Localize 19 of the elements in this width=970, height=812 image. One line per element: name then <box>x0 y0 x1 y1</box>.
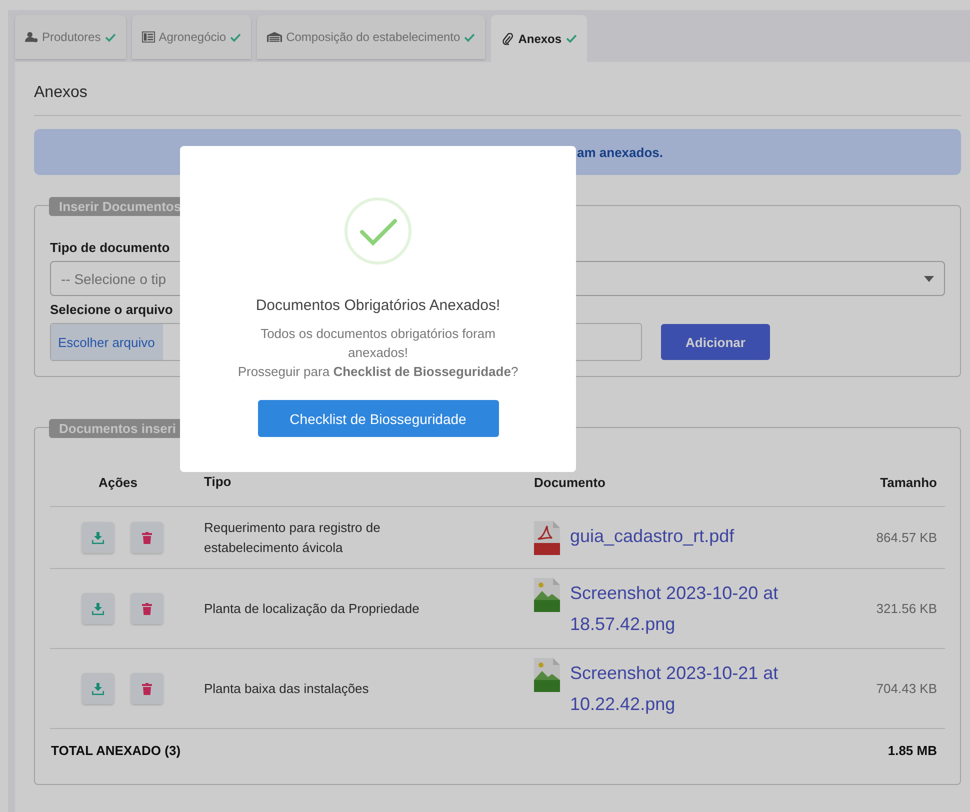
column-header: Tipo <box>204 474 232 489</box>
alert-text: am anexados. <box>577 144 663 160</box>
dialog-title: Documentos Obrigatórios Anexados! <box>256 297 500 314</box>
total-size: 1.85 MB <box>888 743 937 758</box>
file-size: 864.57 KB <box>876 530 937 545</box>
table-cell: Planta de localização da Propriedade <box>204 600 420 616</box>
table-cell: Requerimento para registro de estabelecimento ávicola <box>204 520 380 554</box>
column-header: Documento <box>534 474 606 490</box>
dialog-message: Todos os documentos obrigatórios foram anexados! <box>260 325 496 362</box>
field-label: Selecione o arquivo <box>50 302 173 317</box>
column-header: Tamanho <box>880 474 937 490</box>
total-label: TOTAL ANEXADO (3) <box>51 743 181 758</box>
table-cell: Planta baixa das instalações <box>204 680 369 696</box>
file-size: 321.56 KB <box>876 601 937 616</box>
section-heading: Anexos <box>34 83 88 102</box>
column-header: Ações <box>98 474 138 490</box>
file-size: 704.43 KB <box>876 681 937 696</box>
dialog-message: Prosseguir para Checklist de Biosseguridade? <box>236 363 520 381</box>
field-label: Tipo de documento <box>50 240 170 255</box>
